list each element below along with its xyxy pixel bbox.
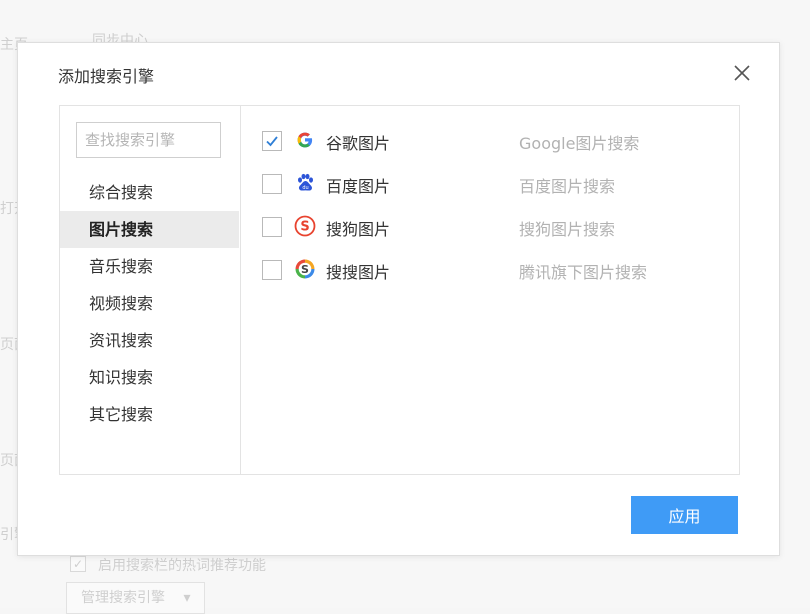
engine-checkbox-baidu[interactable]: [262, 174, 282, 194]
engine-desc-soso: 腾讯旗下图片搜索: [519, 263, 648, 282]
category-item-general[interactable]: 综合搜索: [60, 174, 239, 211]
sogou-icon: S: [294, 215, 316, 237]
engine-row-soso: S 搜搜图片 腾讯旗下图片搜索: [241, 248, 739, 291]
category-item-news[interactable]: 资讯搜索: [60, 322, 239, 359]
close-button[interactable]: [730, 61, 754, 85]
category-item-knowledge[interactable]: 知识搜索: [60, 359, 239, 396]
engine-desc-baidu: 百度图片搜索: [519, 177, 616, 196]
engine-list: 谷歌图片 Google图片搜索 du 百度图片 百度图片搜索 S 搜狗图片 搜狗…: [241, 106, 739, 474]
soso-icon: S: [295, 259, 315, 279]
engine-row-sogou: S 搜狗图片 搜狗图片搜索: [241, 205, 739, 248]
engine-desc-google: Google图片搜索: [519, 134, 640, 153]
dialog-title: 添加搜索引擎: [58, 67, 155, 86]
engine-search-input[interactable]: [76, 122, 221, 158]
bg-hotword-checkbox: ✓: [70, 556, 86, 572]
close-icon: [734, 65, 750, 81]
add-search-engine-dialog: 添加搜索引擎 综合搜索 图片搜索 音乐搜索 视频搜索 资讯搜索 知识搜索 其它搜…: [17, 42, 780, 556]
engine-name-baidu: 百度图片: [326, 177, 391, 196]
engine-panel: 综合搜索 图片搜索 音乐搜索 视频搜索 资讯搜索 知识搜索 其它搜索: [59, 105, 740, 475]
category-item-video[interactable]: 视频搜索: [60, 285, 239, 322]
category-list: 综合搜索 图片搜索 音乐搜索 视频搜索 资讯搜索 知识搜索 其它搜索: [60, 174, 239, 433]
baidu-paw-icon: du: [298, 173, 313, 191]
engine-checkbox-google[interactable]: [262, 131, 282, 151]
check-icon: [266, 136, 278, 147]
bg-manage-engines-label: 管理搜索引擎: [81, 590, 165, 606]
svg-text:du: du: [302, 185, 308, 191]
apply-button[interactable]: 应用: [631, 496, 738, 534]
google-icon: [297, 132, 313, 148]
category-item-music[interactable]: 音乐搜索: [60, 248, 239, 285]
bg-hotword-label: 启用搜索栏的热词推荐功能: [98, 558, 266, 574]
category-item-image[interactable]: 图片搜索: [60, 211, 239, 248]
engine-name-google: 谷歌图片: [326, 134, 391, 153]
engine-checkbox-soso[interactable]: [262, 260, 282, 280]
engine-name-soso: 搜搜图片: [326, 263, 391, 282]
engine-desc-sogou: 搜狗图片搜索: [519, 220, 616, 239]
bg-chevron-down-icon: ▾: [183, 590, 191, 606]
engine-row-google: 谷歌图片 Google图片搜索: [241, 119, 739, 162]
engine-name-sogou: 搜狗图片: [326, 220, 391, 239]
engine-row-baidu: du 百度图片 百度图片搜索: [241, 162, 739, 205]
category-sidebar: 综合搜索 图片搜索 音乐搜索 视频搜索 资讯搜索 知识搜索 其它搜索: [60, 106, 241, 474]
bg-manage-engines-button: 管理搜索引擎 ▾: [66, 582, 206, 614]
svg-text:S: S: [300, 220, 309, 235]
category-item-other[interactable]: 其它搜索: [60, 396, 239, 433]
svg-text:S: S: [301, 263, 309, 276]
engine-checkbox-sogou[interactable]: [262, 217, 282, 237]
